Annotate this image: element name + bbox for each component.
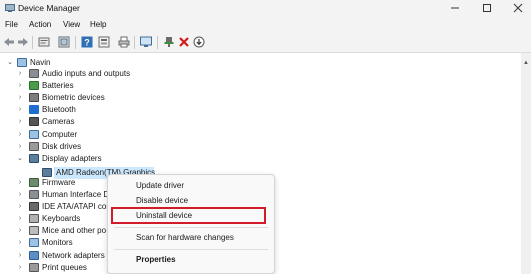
speaker-icon — [29, 69, 39, 78]
camera-icon — [29, 117, 39, 127]
close-button[interactable] — [511, 2, 525, 14]
tree-category-item[interactable]: ⌄ Display adapters — [0, 153, 130, 165]
network-adapter-icon — [29, 250, 39, 260]
menu-bar: File Action View Help — [0, 17, 531, 32]
printer-icon — [29, 262, 39, 272]
menu-item-disable-device[interactable]: Disable device — [136, 195, 188, 207]
maximize-button[interactable] — [480, 2, 494, 14]
menu-file[interactable]: File — [5, 20, 18, 29]
window-title: Device Manager — [18, 3, 80, 13]
toolbar-separator — [32, 36, 33, 49]
expand-chevron-icon[interactable]: › — [16, 129, 24, 141]
tree-category-item[interactable]: › Computer — [0, 129, 130, 141]
menu-item-update-driver[interactable]: Update driver — [136, 180, 184, 192]
expand-chevron-icon[interactable]: › — [16, 237, 24, 249]
monitor-icon — [29, 238, 39, 248]
expand-chevron-icon[interactable]: › — [16, 250, 24, 262]
expand-chevron-icon[interactable]: › — [16, 213, 24, 225]
collapse-chevron-icon[interactable]: ⌄ — [16, 153, 24, 165]
title-bar: Device Manager — [0, 0, 531, 17]
menu-help[interactable]: Help — [90, 20, 106, 29]
expand-chevron-icon[interactable]: › — [16, 262, 24, 274]
tree-category-label: Display adapters — [42, 153, 102, 163]
expand-chevron-icon[interactable]: › — [16, 80, 24, 92]
expand-chevron-icon[interactable]: › — [16, 116, 24, 128]
tree-category-label: Disk drives — [42, 141, 82, 151]
tree-category-label: Audio inputs and outputs — [42, 69, 131, 78]
toolbar-separator — [157, 36, 158, 49]
tree-category-label: Computer — [42, 129, 78, 139]
monitor-icon[interactable] — [140, 36, 152, 48]
ide-controller-icon — [29, 202, 39, 212]
display-adapter-icon — [29, 153, 39, 163]
hid-icon — [29, 190, 39, 199]
update-view-icon[interactable] — [98, 36, 110, 48]
tree-category-item[interactable]: › Disk drives — [0, 141, 130, 153]
tree-category-item[interactable]: › Batteries — [0, 80, 130, 92]
tree-category-label: Keyboards — [42, 214, 81, 224]
toolbar-separator — [134, 36, 135, 49]
vertical-scrollbar[interactable]: ▲ — [521, 53, 531, 274]
toolbar: ? — [0, 32, 531, 53]
tree-category-label: Biometric devices — [42, 93, 105, 103]
expand-chevron-icon[interactable]: › — [16, 141, 24, 153]
expand-chevron-icon[interactable]: › — [16, 68, 24, 80]
context-menu: Update driver Disable device Uninstall d… — [107, 174, 275, 274]
expand-chevron-icon[interactable]: › — [16, 189, 24, 201]
back-icon[interactable] — [3, 36, 15, 48]
disk-drive-icon — [29, 141, 39, 151]
battery-icon — [29, 81, 39, 91]
expand-chevron-icon[interactable]: › — [16, 177, 24, 189]
menu-separator — [114, 227, 268, 228]
forward-icon[interactable] — [17, 36, 29, 48]
print-icon[interactable] — [118, 36, 130, 48]
scroll-up-arrow-icon[interactable]: ▲ — [521, 59, 531, 67]
expand-chevron-icon[interactable]: › — [16, 201, 24, 213]
menu-view[interactable]: View — [63, 20, 80, 29]
menu-separator — [114, 249, 268, 250]
tree-category-item[interactable]: › Biometric devices — [0, 92, 130, 104]
display-adapter-icon — [42, 168, 52, 177]
tree-category-item[interactable]: › Bluetooth — [0, 104, 130, 116]
uninstall-highlight-box — [111, 207, 266, 224]
help-icon[interactable]: ? — [81, 36, 93, 48]
enable-device-icon[interactable] — [163, 36, 175, 48]
tree-category-item[interactable]: › Audio inputs and outputs — [0, 68, 130, 80]
svg-text:?: ? — [84, 38, 90, 48]
computer-icon — [29, 129, 39, 139]
tree-category-label: Monitors — [42, 238, 73, 248]
expand-chevron-icon[interactable]: › — [16, 225, 24, 237]
computer-icon — [17, 58, 27, 67]
bluetooth-icon — [29, 105, 39, 115]
tree-category-item[interactable]: › Cameras — [0, 116, 130, 128]
download-driver-icon[interactable] — [193, 36, 205, 48]
show-hidden-icon[interactable] — [58, 36, 70, 48]
keyboard-icon — [29, 214, 39, 224]
tree-category-label: IDE ATA/ATAPI contr — [42, 202, 116, 212]
tree-category-label: Cameras — [42, 117, 75, 127]
tree-category-label: Bluetooth — [42, 105, 76, 115]
properties-icon[interactable] — [38, 36, 50, 48]
device-manager-icon — [5, 4, 15, 12]
menu-item-properties[interactable]: Properties — [136, 254, 176, 266]
fingerprint-icon — [29, 93, 39, 103]
firmware-icon — [29, 177, 39, 187]
menu-item-scan-hardware[interactable]: Scan for hardware changes — [136, 232, 234, 244]
minimize-button[interactable] — [448, 2, 462, 14]
tree-category-label: Batteries — [42, 81, 74, 91]
tree-category-label: Mice and other po — [42, 226, 107, 236]
tree-category-label: Print queues — [42, 262, 87, 272]
tree-category-label: Network adapters — [42, 250, 105, 260]
expand-chevron-icon[interactable]: › — [16, 104, 24, 116]
mouse-icon — [29, 226, 39, 236]
tree-category-label: Human Interface D — [42, 190, 110, 199]
toolbar-separator — [75, 36, 76, 49]
uninstall-device-icon[interactable] — [178, 36, 190, 48]
menu-action[interactable]: Action — [29, 20, 51, 29]
expand-chevron-icon[interactable]: › — [16, 92, 24, 104]
